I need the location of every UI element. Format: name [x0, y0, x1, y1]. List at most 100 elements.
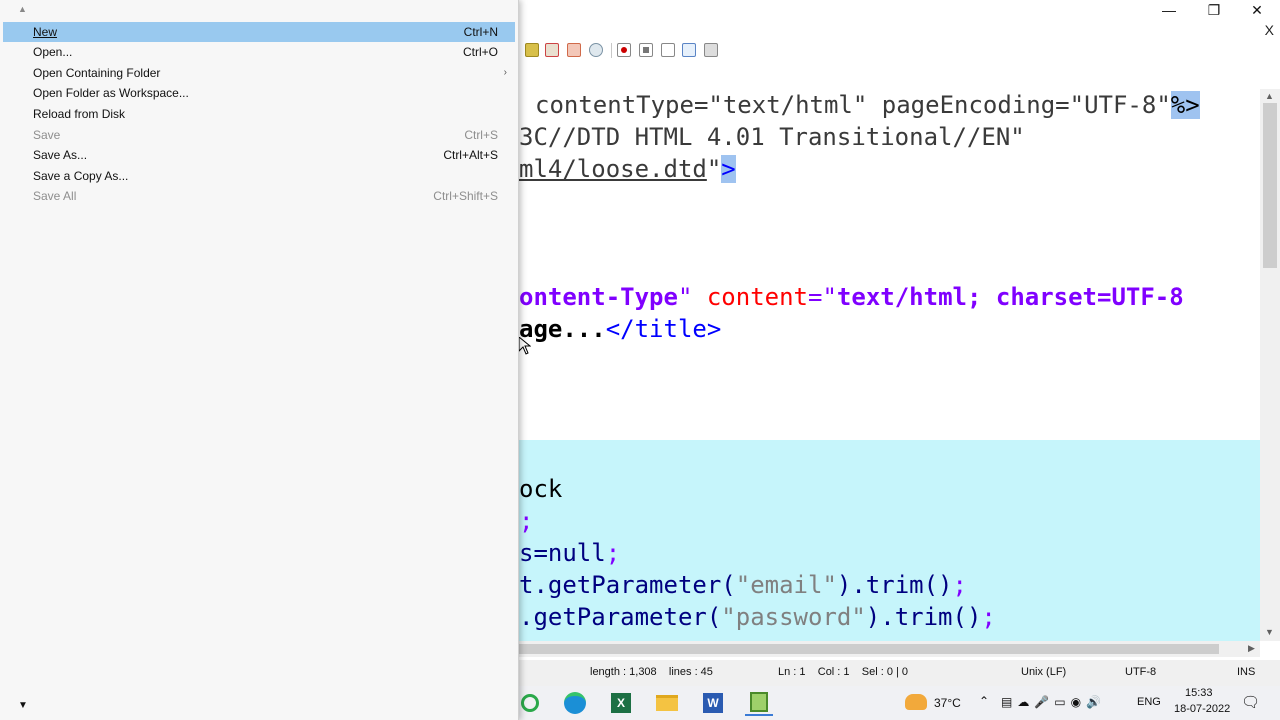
pencil-icon[interactable] — [545, 43, 559, 57]
edge-browser-icon[interactable] — [561, 690, 589, 716]
play-macro-icon[interactable] — [661, 43, 675, 57]
menu-scroll-down-icon[interactable]: ▼ — [18, 700, 28, 711]
vertical-scrollbar[interactable]: ▲ ▼ — [1260, 89, 1280, 641]
code-token: %> — [1170, 91, 1200, 119]
app-window: — ❐ ✕ X contentType="text/html" pageEnco… — [0, 0, 1280, 720]
code-editor[interactable]: contentType="text/html" pageEncoding="UT… — [519, 89, 1260, 641]
input-language[interactable]: ENG — [1137, 696, 1161, 708]
folder-icon[interactable] — [567, 43, 581, 57]
file-menu-dropdown: ▲ New Ctrl+N Open... Ctrl+O Open Containin… — [0, 0, 519, 720]
scroll-up-arrow-icon[interactable]: ▲ — [1265, 91, 1274, 101]
weather-icon[interactable] — [905, 694, 927, 710]
menu-item-label: Reload from Disk — [33, 107, 126, 121]
status-insert-mode: INS — [1237, 666, 1256, 678]
menu-item-open-folder-as-workspace[interactable]: Open Folder as Workspace... — [3, 83, 515, 103]
code-token: </title> — [605, 315, 722, 343]
save-macro-icon[interactable] — [704, 43, 718, 57]
status-cursor-position: Ln : 1 Col : 1 Sel : 0 | 0 — [778, 666, 909, 678]
code-token: " — [677, 283, 707, 311]
menu-item-label: Save As... — [33, 148, 88, 162]
code-token: age... — [519, 315, 606, 343]
submenu-arrow-icon: › — [503, 67, 507, 78]
menu-item-save-as[interactable]: Save As... Ctrl+Alt+S — [3, 145, 515, 165]
menu-item-new[interactable]: New Ctrl+N — [3, 22, 515, 42]
menu-scroll-up-icon[interactable]: ▲ — [18, 4, 27, 14]
menu-item-shortcut: Ctrl+N — [463, 25, 498, 39]
eye-icon[interactable] — [589, 43, 603, 57]
code-token: ).trim() — [836, 571, 953, 599]
code-line-13: ock — [519, 473, 562, 505]
close-tab-button[interactable]: X — [1265, 22, 1274, 38]
horizontal-scroll-thumb[interactable] — [519, 644, 1219, 654]
word-icon[interactable]: W — [699, 690, 727, 716]
code-token: content — [706, 283, 809, 311]
excel-icon[interactable]: X — [607, 690, 635, 716]
status-length: length : 1,308 lines : 45 — [590, 666, 713, 678]
menu-item-shortcut: Ctrl+O — [462, 45, 498, 59]
code-token: t.getParameter( — [519, 571, 736, 599]
notepad-plus-plus-icon[interactable] — [745, 690, 773, 716]
code-token: ; — [981, 603, 996, 631]
code-token: ml4/loose.dtd — [519, 155, 707, 183]
stop-macro-icon[interactable] — [639, 43, 653, 57]
code-token: ; — [519, 507, 534, 535]
menu-item-label: Save — [33, 128, 61, 142]
clock-time[interactable]: 15:33 — [1185, 687, 1213, 699]
code-line-3: ml4/loose.dtd"> — [519, 153, 736, 185]
menu-item-open-containing-folder[interactable]: Open Containing Folder › — [3, 63, 515, 83]
code-token: ; — [952, 571, 967, 599]
toolbar-separator — [611, 43, 612, 58]
wrap-icon[interactable] — [525, 43, 539, 57]
horizontal-scrollbar[interactable]: ▶ — [519, 641, 1260, 657]
menu-item-open[interactable]: Open... Ctrl+O — [3, 42, 515, 62]
notification-icon[interactable]: 🗨 — [1241, 693, 1260, 711]
code-token: ock — [519, 475, 563, 503]
restore-icon: ❐ — [1207, 2, 1221, 18]
status-bar: length : 1,308 lines : 45 Ln : 1 Col : 1… — [519, 660, 1280, 686]
menu-item-save[interactable]: Save Ctrl+S — [3, 125, 515, 145]
code-token: 3C//DTD HTML 4.01 Transitional//EN" — [519, 123, 1025, 151]
code-token: ontent-Type — [519, 283, 678, 311]
code-line-17: .getParameter("password").trim(); — [519, 601, 996, 633]
menu-item-label: New — [33, 25, 58, 39]
scroll-down-arrow-icon[interactable]: ▼ — [1265, 627, 1274, 637]
status-encoding[interactable]: UTF-8 — [1125, 666, 1156, 678]
menu-item-label: Open Folder as Workspace... — [33, 86, 189, 100]
tray-overflow-chevron-icon[interactable]: ⌃ — [979, 694, 989, 708]
menu-item-label: Open Containing Folder — [33, 66, 161, 80]
menu-item-save-all[interactable]: Save All Ctrl+Shift+S — [3, 186, 515, 206]
weather-temperature[interactable]: 37°C — [934, 696, 961, 710]
menu-item-reload-from-disk[interactable]: Reload from Disk — [3, 104, 515, 124]
code-line-16: t.getParameter("email").trim(); — [519, 569, 967, 601]
record-macro-icon[interactable] — [617, 43, 631, 57]
clock-date[interactable]: 18-07-2022 — [1174, 703, 1230, 715]
code-token: > — [721, 155, 736, 183]
code-token: .getParameter( — [519, 603, 722, 631]
close-window-button[interactable]: ✕ — [1237, 0, 1277, 20]
restore-button[interactable]: ❐ — [1194, 0, 1234, 20]
scroll-right-arrow-icon[interactable]: ▶ — [1248, 643, 1255, 654]
code-token: s=null — [519, 539, 606, 567]
code-line-8: age...</title> — [519, 313, 721, 345]
code-token: ; — [605, 539, 621, 567]
code-line-14: ; — [519, 505, 533, 537]
run-macro-icon[interactable] — [682, 43, 696, 57]
minimize-button[interactable]: — — [1149, 0, 1189, 20]
code-line-7: ontent-Type" content="text/html; charset… — [519, 281, 1184, 313]
tray-icons[interactable]: ▤☁🎤▭◉🔊 — [1001, 695, 1106, 709]
close-icon: ✕ — [1251, 2, 1263, 18]
vertical-scroll-thumb[interactable] — [1263, 103, 1277, 268]
file-explorer-icon[interactable] — [653, 690, 681, 716]
code-line-15: s=null; — [519, 537, 620, 569]
status-eol[interactable]: Unix (LF) — [1021, 666, 1066, 678]
menu-item-label: Open... — [33, 45, 73, 59]
taskbar-app-icon[interactable] — [519, 690, 547, 716]
code-token: contentType="text/html" pageEncoding="UT… — [535, 91, 1171, 119]
minimize-icon: — — [1162, 2, 1176, 18]
code-token: text/html; charset=UTF-8 — [836, 283, 1184, 311]
code-token: " — [706, 155, 722, 183]
code-token: "password" — [721, 603, 866, 631]
taskbar: X W 37°C ⌃ ▤☁🎤▭◉🔊 ENG 15:33 18-07-2022 🗨 — [519, 686, 1280, 720]
code-token: "email" — [735, 571, 837, 599]
menu-item-save-a-copy-as[interactable]: Save a Copy As... — [3, 166, 515, 186]
